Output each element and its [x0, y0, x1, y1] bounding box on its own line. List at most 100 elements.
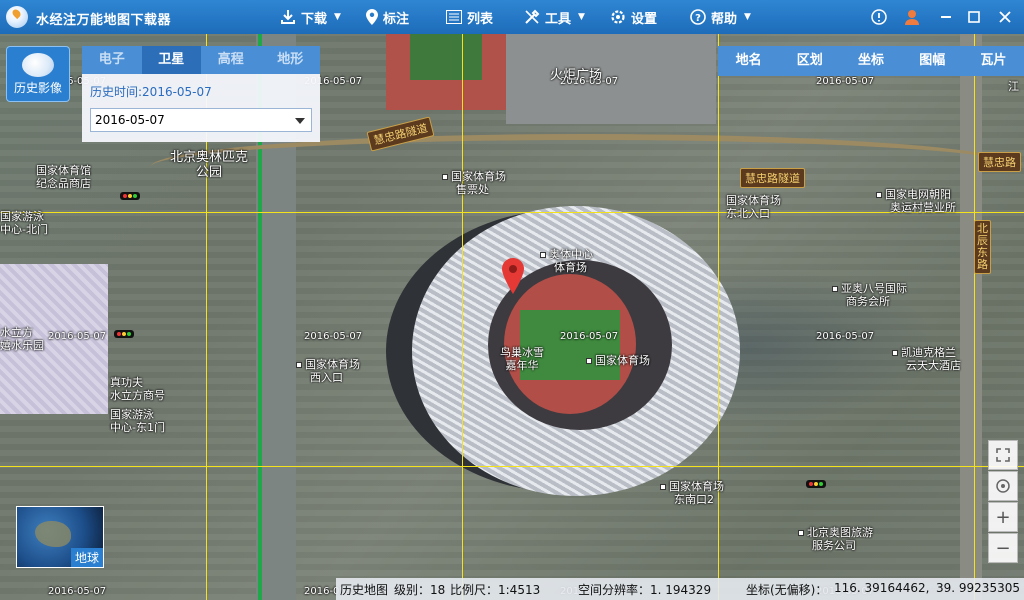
poi-label: 国家体育场 售票处: [442, 170, 506, 196]
history-date-select[interactable]: 2016-05-07: [90, 108, 312, 132]
download-label: 下载: [301, 11, 328, 27]
status-level: 级别：18: [394, 583, 446, 597]
poi-label: 北京奥图旅游 服务公司: [798, 526, 873, 552]
status-latitude: 39. 99235305: [936, 581, 1020, 595]
tile-grid-line: [0, 466, 1024, 467]
user-button[interactable]: [903, 8, 921, 26]
poi-label-line: 国家游泳: [0, 210, 44, 223]
poi-label-line: 售票处: [456, 183, 489, 196]
earth-view-button[interactable]: 地球: [16, 506, 104, 568]
tile-date: 2016-05-07: [48, 331, 107, 342]
poi-label-line: 东北入口: [726, 207, 770, 220]
poi-label: 水立方 嬉水乐园: [0, 326, 44, 352]
location-marker-icon[interactable]: [502, 258, 524, 294]
tab-place-name[interactable]: 地名: [718, 46, 779, 76]
tile-date: 2016-05-07: [816, 331, 875, 342]
settings-label: 设置: [631, 11, 658, 27]
history-time-label: 历史时间:2016-05-07: [90, 85, 212, 99]
mark-button[interactable]: 标注: [366, 8, 409, 27]
info-button[interactable]: [870, 8, 888, 26]
road-label-beichen: 北 辰 东 路: [974, 220, 991, 274]
tab-coordinate[interactable]: 坐标: [840, 46, 901, 76]
info-icon: [871, 9, 887, 25]
road-right: [960, 34, 982, 600]
poi-label-line: 国家电网朝阳: [876, 188, 956, 201]
zoom-in-button[interactable]: +: [988, 502, 1018, 532]
tab-tile[interactable]: 瓦片: [963, 46, 1024, 76]
road-label-huizhong-tunnel: 慧忠路隧道: [740, 168, 805, 188]
list-button[interactable]: 列表: [446, 8, 494, 27]
tab-elevation[interactable]: 高程: [201, 46, 261, 74]
earth-label: 地球: [70, 548, 103, 567]
chevron-down-icon: ▼: [744, 12, 751, 22]
tab-sheet[interactable]: 图幅: [902, 46, 963, 76]
poi-label-line: 服务公司: [812, 539, 856, 552]
chevron-down-icon: [295, 118, 305, 124]
tile-grid-line: [0, 212, 1024, 213]
poi-label: 鸟巢冰雪 嘉年华: [500, 346, 544, 372]
poi-label-line: 体育场: [554, 261, 587, 274]
poi-label-line: 嘉年华: [505, 359, 539, 372]
tab-electronic[interactable]: 电子: [82, 46, 142, 74]
poi-label-line: 纪念品商店: [36, 177, 91, 190]
tab-terrain[interactable]: 地形: [261, 46, 321, 74]
tools-menu[interactable]: 工具 ▼: [524, 8, 585, 27]
close-icon: [999, 11, 1011, 23]
zoom-out-button[interactable]: −: [988, 533, 1018, 563]
tools-label: 工具: [545, 11, 572, 27]
traffic-light-icon: [806, 480, 826, 488]
tab-district[interactable]: 区划: [779, 46, 840, 76]
settings-button[interactable]: 设置: [610, 8, 658, 27]
poi-label: 国家体育场 东南口2: [660, 480, 724, 506]
poi-label: 国家体育场 西入口: [296, 358, 360, 384]
history-globe-icon: [22, 53, 54, 77]
minimize-icon: [941, 16, 951, 18]
poi-label: 国家电网朝阳 奥运村营业所: [876, 188, 956, 214]
history-date-value: 2016-05-07: [95, 113, 165, 127]
download-icon: [281, 10, 295, 24]
poi-label-line: 北京奥林匹克: [170, 150, 249, 165]
fullscreen-button[interactable]: [988, 440, 1018, 470]
poi-label: 国家游泳 中心-东1门: [110, 408, 165, 434]
maximize-icon: [968, 11, 980, 23]
status-longitude: 116. 39164462,: [834, 581, 930, 595]
poi-label-line: 商务会所: [846, 295, 890, 308]
list-icon: [446, 10, 462, 24]
minimize-button[interactable]: [937, 8, 955, 26]
traffic-light-icon: [114, 330, 134, 338]
poi-label-line: 亚奥八号国际: [832, 282, 907, 295]
tab-satellite[interactable]: 卫星: [141, 46, 201, 74]
tools-icon: [525, 9, 540, 24]
poi-label-line: 中心-东1门: [110, 421, 165, 434]
poi-label: 江: [1008, 80, 1019, 93]
history-panel: 历史时间:2016-05-07 2016-05-07: [82, 74, 320, 142]
help-icon: ?: [690, 9, 706, 25]
tile-date: 2016-05-07: [816, 76, 875, 87]
chevron-down-icon: ▼: [578, 12, 585, 22]
app-title: 水经注万能地图下载器: [36, 13, 172, 28]
poi-label: 国家体育场 东北入口: [726, 194, 781, 220]
maximize-button[interactable]: [965, 8, 983, 26]
help-label: 帮助: [711, 11, 738, 27]
location-pin-icon: [366, 9, 378, 25]
traffic-light-icon: [120, 192, 140, 200]
close-button[interactable]: [996, 8, 1014, 26]
poi-label: 北京奥林匹克 公园: [170, 150, 248, 180]
poi-label: 亚奥八号国际 商务会所: [832, 282, 907, 308]
list-label: 列表: [467, 11, 494, 27]
poi-label-line: 真功夫: [110, 376, 143, 389]
download-menu[interactable]: 下载 ▼: [280, 8, 341, 27]
history-imagery-button[interactable]: 历史影像: [6, 46, 70, 102]
search-tabs: 地名 区划 坐标 图幅 瓦片: [718, 46, 1024, 76]
poi-label: 国家体育场: [586, 354, 650, 367]
poi-label-line: 云天大酒店: [906, 359, 961, 372]
tile-date: 2016-05-07: [304, 331, 363, 342]
poi-label: 凯迪克格兰 云天大酒店: [892, 346, 961, 372]
tile-date: 2016-05-07: [48, 586, 107, 597]
fullscreen-icon: [996, 448, 1010, 462]
gear-icon: [611, 10, 625, 24]
help-menu[interactable]: ? 帮助 ▼: [690, 8, 751, 27]
poi-label: 火炬广场: [550, 68, 603, 83]
status-map-type: 历史地图: [340, 583, 389, 597]
locate-button[interactable]: [988, 471, 1018, 501]
